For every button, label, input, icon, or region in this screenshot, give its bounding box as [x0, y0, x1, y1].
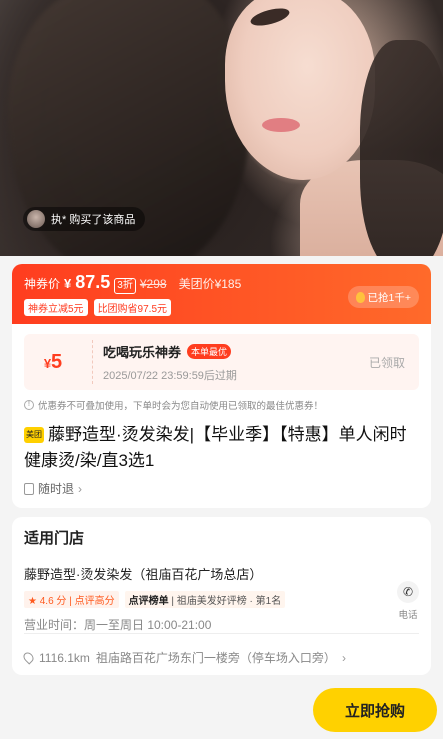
coupon-tip: ! 优惠券不可叠加使用，下单时会为您自动使用已领取的最佳优惠券！ — [24, 398, 419, 412]
price-bar: 神券价 ¥87.5 3折 ¥298 美团价¥185 神券立减5元 比团购省97.… — [12, 264, 431, 324]
price-label: 神券价 — [24, 277, 61, 291]
divider — [24, 633, 419, 634]
coupon-expiry: 2025/07/22 23:59:59后过期 — [103, 369, 237, 382]
meituan-price: 美团价¥185 — [178, 277, 242, 291]
meituan-logo-tag: 美团 — [24, 427, 44, 443]
phone-button[interactable]: ✆ 电话 — [397, 581, 419, 621]
refund-policy[interactable]: 随时退 › — [24, 480, 419, 497]
document-icon — [24, 482, 34, 495]
store-address[interactable]: 1116.1km 祖庙路百花广场东门一楼旁（停车场入口旁） › — [21, 649, 346, 666]
store-heading: 适用门店 — [24, 530, 85, 547]
store-name[interactable]: 藤野造型·烫发染发（祖庙百花广场总店） — [24, 564, 419, 583]
buy-now-button[interactable]: 立即抢购 — [313, 688, 437, 732]
hero-image: 执* 购买了该商品 — [0, 0, 443, 256]
coupon-title: 吃喝玩乐神券 — [103, 344, 182, 360]
best-badge: 本单最优 — [187, 343, 232, 359]
business-hours: 营业时间：周一至周日 10:00-21:00 — [24, 618, 212, 632]
saving-tag: 神券立减5元 — [24, 299, 88, 316]
info-icon: ! — [24, 400, 34, 410]
coupon-amount: ¥5 — [43, 350, 63, 373]
sold-count: 已抢1千+ — [367, 291, 411, 304]
deal-card: 神券价 ¥87.5 3折 ¥298 美团价¥185 神券立减5元 比团购省97.… — [12, 264, 431, 508]
store-rating: ★ 4.6 分 | 点评高分 — [24, 591, 119, 608]
original-price: ¥298 — [139, 277, 167, 291]
coupon[interactable]: ¥5 吃喝玩乐神券 本单最优 2025/07/22 23:59:59后过期 已领… — [24, 334, 419, 390]
star-icon: ★ — [28, 596, 37, 607]
discount-badge: 3折 — [114, 278, 136, 294]
price-currency: ¥ — [64, 276, 72, 291]
coupon-status: 已领取 — [368, 355, 405, 370]
buyer-text: 执* 购买了该商品 — [51, 214, 136, 226]
sold-count-badge: 已抢1千+ — [347, 286, 419, 308]
price-value: 87.5 — [75, 272, 111, 292]
refund-label: 随时退 — [38, 482, 75, 496]
store-rank[interactable]: 点评榜单 | 祖庙美发好评榜 · 第1名 — [124, 591, 286, 608]
avatar — [27, 210, 45, 228]
address-text: 祖庙路百花广场东门一楼旁（停车场入口旁） — [95, 651, 336, 665]
product-title: 美团 藤野造型·烫发染发|【毕业季】【特惠】单人闲时健康烫/染/直3选1 — [24, 425, 407, 470]
saving-tag: 比团购省97.5元 — [93, 299, 172, 316]
phone-icon: ✆ — [397, 581, 419, 603]
fire-icon — [355, 291, 365, 303]
chevron-right-icon: › — [78, 481, 83, 496]
distance: 1116.1km — [39, 650, 90, 665]
store-card: 适用门店 藤野造型·烫发染发（祖庙百花广场总店） ★ 4.6 分 | 点评高分 … — [12, 517, 431, 675]
recent-buyer-badge: 执* 购买了该商品 — [23, 207, 146, 231]
chevron-right-icon: › — [341, 650, 346, 665]
location-pin-icon — [21, 650, 36, 665]
